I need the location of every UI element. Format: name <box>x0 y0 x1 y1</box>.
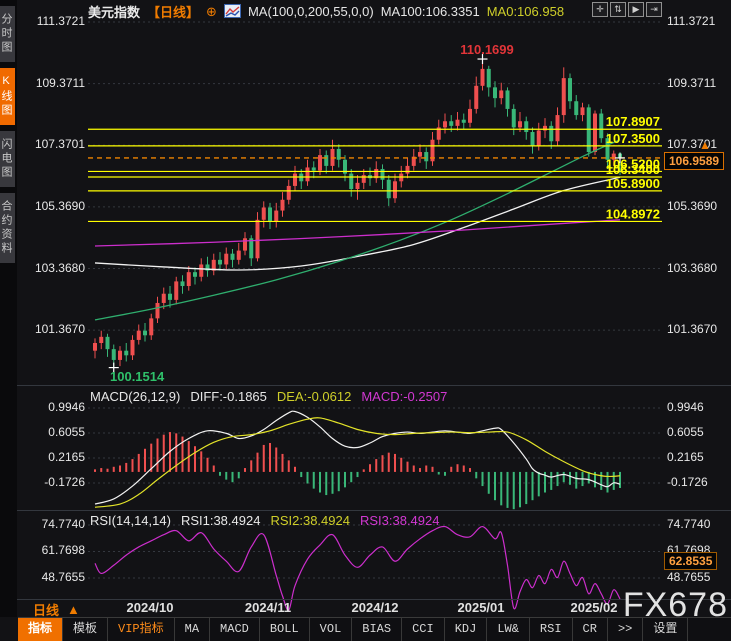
tab-settings[interactable]: 设置 <box>643 618 688 641</box>
axis-tick-label: -0.1726 <box>32 475 85 489</box>
axis-tick-label: 111.3721 <box>667 14 715 28</box>
tab-vol[interactable]: VOL <box>310 618 353 641</box>
period-tag[interactable]: 【日线】 <box>147 2 199 21</box>
ma0-value: MA0:106.958 <box>487 4 564 19</box>
axis-tick-label: 0.2165 <box>32 450 85 464</box>
tab-bias[interactable]: BIAS <box>352 618 402 641</box>
date-label: 2025/02 <box>571 600 618 615</box>
rsi3-value: RSI3:38.4924 <box>360 513 440 528</box>
rsi-title: RSI(14,14,14) <box>90 513 171 528</box>
macd-title: MACD(26,12,9) <box>90 389 180 404</box>
axis-tick-label: 103.3680 <box>32 261 85 275</box>
tab-boll[interactable]: BOLL <box>260 618 310 641</box>
current-price-badge: 106.9589 <box>664 152 724 170</box>
tab-ma[interactable]: MA <box>175 618 210 641</box>
date-label: 2024/11 <box>245 600 291 615</box>
axis-tick-label: 107.3701 <box>32 137 85 151</box>
ma100-value: MA100:106.3351 <box>381 4 480 19</box>
axis-tick-label: 105.3690 <box>667 199 717 213</box>
axis-tick-label: 109.3711 <box>667 76 716 90</box>
date-label: 2025/01 <box>458 600 505 615</box>
high-price-annotation: 110.1699 <box>460 42 514 57</box>
tab-template[interactable]: 模板 <box>63 618 108 641</box>
axis-tick-label: 0.9946 <box>32 400 85 414</box>
axis-tick-label: 61.7698 <box>32 543 85 557</box>
panel-separator <box>17 385 731 386</box>
tab-more[interactable]: >> <box>608 618 643 641</box>
triangle-up-icon: ▲ <box>67 602 80 617</box>
collapse-panel-icon[interactable]: ⇥ <box>646 2 662 17</box>
crosshair-icon[interactable]: ✛ <box>592 2 608 17</box>
tab-lwr[interactable]: LW& <box>487 618 530 641</box>
indicator-toolbar: 指标 模板 VIP指标 MA MACD BOLL VOL BIAS CCI KD… <box>18 617 731 641</box>
axis-tick-label: 103.3680 <box>667 261 717 275</box>
chart-type-icon[interactable] <box>224 4 241 18</box>
chart-titlebar: 美元指数【日线】 ⊕ MA(100,0,200,55,0,0) MA100:10… <box>88 3 564 19</box>
axis-tick-label: 74.7740 <box>667 517 710 531</box>
macd-macd-value: MACD:-0.2507 <box>361 389 447 404</box>
chart-tool-buttons: ✛ ⇅ ▶ ⇥ <box>592 2 662 17</box>
macd-dea-value: DEA:-0.0612 <box>277 389 351 404</box>
axis-tick-label: 0.9946 <box>667 400 704 414</box>
tab-kdj[interactable]: KDJ <box>445 618 488 641</box>
tab-cci[interactable]: CCI <box>402 618 445 641</box>
axis-tick-label: 48.7655 <box>667 570 710 584</box>
macd-diff-value: DIFF:-0.1865 <box>190 389 267 404</box>
rsi1-value: RSI1:38.4924 <box>181 513 261 528</box>
tab-vip-indicator[interactable]: VIP指标 <box>108 618 175 641</box>
axis-tick-label: 109.3711 <box>32 76 85 90</box>
axis-tick-label: 101.3670 <box>667 322 717 336</box>
tab-rsi[interactable]: RSI <box>530 618 573 641</box>
low-price-annotation: 100.1514 <box>110 369 164 384</box>
sidebar-item-contract-info[interactable]: 合约资料 <box>0 193 15 263</box>
axis-tick-label: 0.6055 <box>667 425 704 439</box>
scroll-to-latest-icon[interactable]: ▲ <box>699 138 711 152</box>
sidebar-item-kline-chart[interactable]: K线图 <box>0 68 15 125</box>
sidebar-item-flash-chart[interactable]: 闪电图 <box>0 131 15 187</box>
tab-cr[interactable]: CR <box>573 618 608 641</box>
trading-app-window: 107.8907107.3500106.5200106.3400105.8900… <box>0 0 731 641</box>
axis-tick-label: 48.7655 <box>32 570 85 584</box>
rsi-header: RSI(14,14,14) RSI1:38.4924 RSI2:38.4924 … <box>90 513 439 528</box>
macd-header: MACD(26,12,9) DIFF:-0.1865 DEA:-0.0612 M… <box>90 389 447 404</box>
axis-zoom-in-icon[interactable]: ⇅ <box>610 2 626 17</box>
auto-scroll-icon[interactable]: ▶ <box>628 2 644 17</box>
axis-tick-label: 111.3721 <box>32 14 85 28</box>
date-axis-row: 日线 ▲ 2024/10 2024/11 2024/12 2025/01 202… <box>17 600 731 616</box>
ma-settings-label: MA(100,0,200,55,0,0) <box>248 4 374 19</box>
axis-tick-label: -0.1726 <box>667 475 708 489</box>
axis-tick-label: 74.7740 <box>32 517 85 531</box>
rsi-value-badge: 62.8535 <box>664 552 717 570</box>
axis-tick-label: 0.2165 <box>667 450 704 464</box>
axis-tick-label: 105.3690 <box>32 199 85 213</box>
axis-tick-label: 0.6055 <box>32 425 85 439</box>
tab-macd[interactable]: MACD <box>210 618 260 641</box>
circle-plus-icon[interactable]: ⊕ <box>206 5 217 18</box>
left-sidebar: 分时图 K线图 闪电图 合约资料 <box>0 0 17 617</box>
panel-separator <box>17 510 731 511</box>
date-label: 2024/10 <box>127 600 174 615</box>
date-label: 2024/12 <box>352 600 399 615</box>
symbol-name: 美元指数 <box>88 2 140 21</box>
rsi2-value: RSI2:38.4924 <box>270 513 350 528</box>
axis-tick-label: 101.3670 <box>32 322 85 336</box>
sidebar-item-time-chart[interactable]: 分时图 <box>0 6 15 62</box>
tab-indicator[interactable]: 指标 <box>18 618 63 641</box>
